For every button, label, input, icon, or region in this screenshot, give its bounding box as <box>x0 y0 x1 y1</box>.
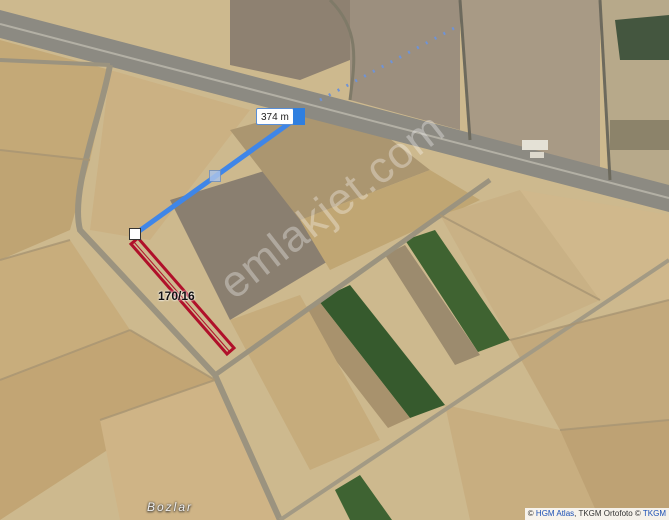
map-view[interactable]: emlakjet.com 374 m 170/16 Bozlar © HGM A… <box>0 0 669 520</box>
distance-label: 374 m <box>256 108 294 125</box>
attribution-tkgm-link[interactable]: TKGM <box>643 509 666 518</box>
parcel-label: 170/16 <box>158 289 195 303</box>
attribution: © HGM Atlas, TKGM Ortofoto © TKGM <box>524 508 669 520</box>
measure-mid-handle[interactable] <box>209 170 221 182</box>
attribution-prefix: © <box>527 509 536 518</box>
attribution-sep: , TKGM Ortofoto © <box>574 509 643 518</box>
attribution-hgm-link[interactable]: HGM Atlas <box>536 509 574 518</box>
distance-end-marker[interactable] <box>293 108 305 125</box>
place-label: Bozlar <box>147 500 194 514</box>
measure-start-handle[interactable] <box>129 228 141 240</box>
overlay-layer <box>128 114 300 357</box>
